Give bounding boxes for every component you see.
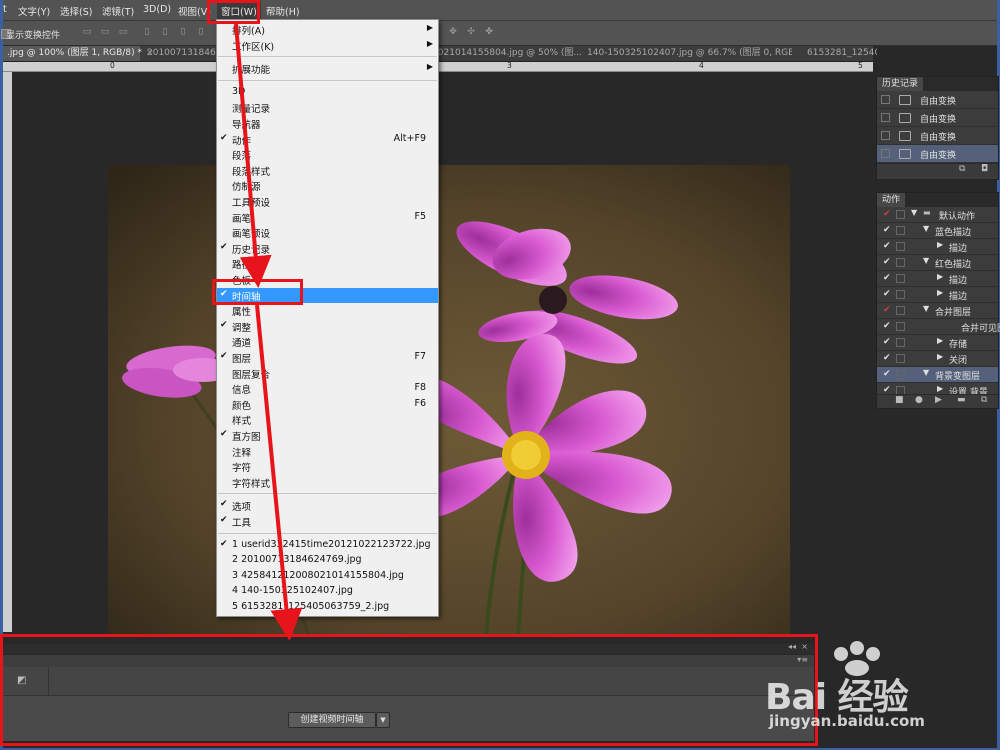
watermark-url: jingyan.baidu.com [769, 712, 925, 730]
annotation-arrows [234, 23, 303, 641]
baidu-watermark: Bai 经验 jingyan.baidu.com [765, 640, 985, 740]
